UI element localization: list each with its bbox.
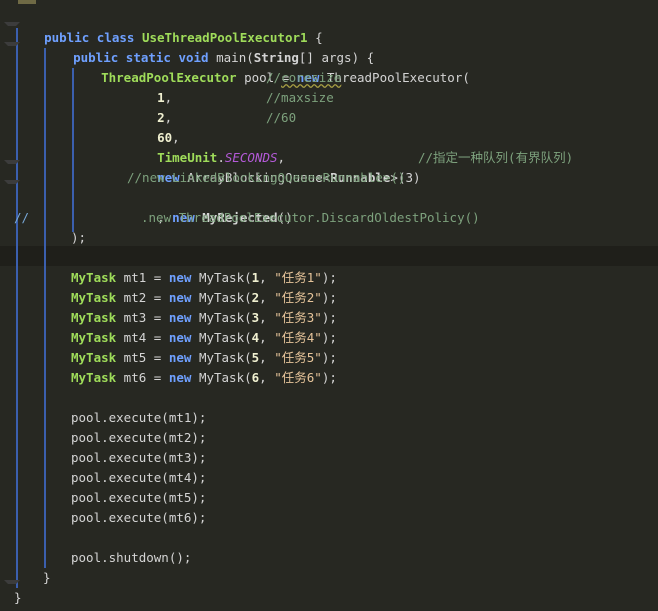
string: "任务1" (274, 270, 322, 285)
code-line-execute[interactable]: pool.execute(mt1); (71, 408, 206, 428)
comment-linked-queue[interactable]: //new LinkedBlockingQueue<Runnable>() (127, 168, 405, 188)
type-name: MyTask (71, 330, 117, 345)
code-line-execute[interactable]: pool.execute(mt2); (71, 428, 206, 448)
keyword: new (168, 350, 192, 365)
code-line-main[interactable]: public static void main(String[] args) { (43, 28, 374, 65)
code-line-task[interactable]: MyTask mt3 = new MyTask(3, "任务3"); (71, 308, 337, 328)
punctuation: ); (321, 330, 337, 345)
code-line-close-class[interactable]: } (14, 588, 22, 608)
string: "任务3" (274, 310, 322, 325)
constructor: MyTask( (191, 370, 252, 385)
constructor: MyTask( (191, 310, 252, 325)
separator: , (259, 290, 275, 305)
assignment: mt2 = (116, 290, 169, 305)
assignment: mt3 = (116, 310, 169, 325)
string: "任务2" (274, 290, 322, 305)
indent-guide-method (44, 48, 46, 568)
comment-keepalive: //60 (266, 110, 297, 125)
code-line-task[interactable]: MyTask mt5 = new MyTask(5, "任务5"); (71, 348, 337, 368)
constructor: MyTask( (191, 290, 252, 305)
code-line-pool-decl[interactable]: ThreadPoolExecutor pool = new ThreadPool… (71, 48, 470, 85)
assignment: mt1 = (116, 270, 169, 285)
separator: , (259, 270, 275, 285)
separator: , (259, 350, 275, 365)
code-line-close-paren[interactable]: ); (71, 228, 86, 248)
current-line-highlight (0, 246, 658, 266)
type-name: MyTask (71, 370, 117, 385)
string: "任务4" (274, 330, 322, 345)
keyword: new (168, 310, 192, 325)
assignment: mt6 = (116, 370, 169, 385)
comment-coresize: //coresize (266, 70, 342, 85)
code-line-queue[interactable]: new ArrayBlockingQueue<Runnable>(3) (127, 148, 420, 185)
constructor: ThreadPoolExecutor( (319, 70, 470, 85)
assignment: mt5 = (116, 350, 169, 365)
keyword: new (168, 270, 192, 285)
code-line-task[interactable]: MyTask mt6 = new MyTask(6, "任务6"); (71, 368, 337, 388)
punctuation: ); (321, 290, 337, 305)
type-name: MyTask (71, 290, 117, 305)
code-line-task[interactable]: MyTask mt2 = new MyTask(2, "任务2"); (71, 288, 337, 308)
code-line-class-decl[interactable]: public class UseThreadPoolExecutor1 { (14, 8, 323, 45)
comment-discard-policy[interactable]: .new ThreadPoolExecutor.DiscardOldestPol… (141, 208, 480, 228)
separator: , (259, 330, 275, 345)
code-line-execute[interactable]: pool.execute(mt5); (71, 488, 206, 508)
code-line-task[interactable]: MyTask mt4 = new MyTask(4, "任务4"); (71, 328, 337, 348)
keyword: new (168, 370, 192, 385)
code-line-execute[interactable]: pool.execute(mt4); (71, 468, 206, 488)
separator: , (259, 370, 275, 385)
constructor: MyTask( (191, 330, 252, 345)
punctuation: ); (321, 370, 337, 385)
type-name: MyTask (71, 310, 117, 325)
constructor: MyTask( (191, 350, 252, 365)
punctuation: ); (321, 270, 337, 285)
punctuation: ); (321, 350, 337, 365)
fold-marker[interactable] (4, 180, 20, 187)
separator: , (259, 310, 275, 325)
indent-guide-class (16, 28, 18, 588)
comment-queue: //指定一种队列(有界队列) (418, 150, 574, 165)
type-name: MyTask (71, 350, 117, 365)
comment-maxsize: //maxsize (266, 90, 334, 105)
code-line-rejected[interactable]: , new MyRejected() (127, 188, 293, 225)
code-line-shutdown[interactable]: pool.shutdown(); (71, 548, 191, 568)
type-name: MyTask (71, 270, 117, 285)
code-line-timeunit[interactable]: TimeUnit.SECONDS, (127, 128, 285, 165)
fold-marker[interactable] (4, 580, 20, 587)
string: "任务5" (274, 350, 322, 365)
code-line-keepalive[interactable]: 60, (127, 108, 180, 145)
code-editor[interactable]: public class UseThreadPoolExecutor1 { pu… (0, 0, 658, 611)
code-line-execute[interactable]: pool.execute(mt6); (71, 508, 206, 528)
code-line-maxsize[interactable]: 2, (127, 88, 172, 125)
fold-marker[interactable] (4, 160, 20, 167)
bookmark-marker (18, 0, 36, 4)
punctuation: ); (321, 310, 337, 325)
code-line-close-method[interactable]: } (43, 568, 51, 588)
code-line-task[interactable]: MyTask mt1 = new MyTask(1, "任务1"); (71, 268, 337, 288)
code-line-coresize[interactable]: 1, (127, 68, 172, 105)
spell-warning: coresize (281, 70, 342, 85)
keyword: new (168, 330, 192, 345)
assignment: mt4 = (116, 330, 169, 345)
string: "任务6" (274, 370, 322, 385)
keyword: new (168, 290, 192, 305)
comment-slash: // (14, 210, 30, 225)
constructor: MyTask( (191, 270, 252, 285)
code-line-execute[interactable]: pool.execute(mt3); (71, 448, 206, 468)
